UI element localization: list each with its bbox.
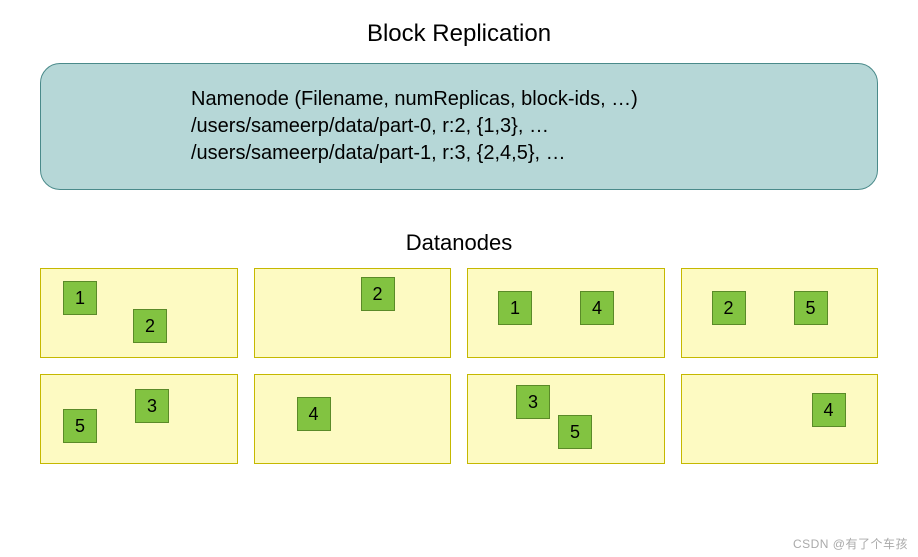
datanode: 25 bbox=[681, 268, 879, 358]
watermark: CSDN @有了个车孩 bbox=[793, 535, 908, 552]
block: 3 bbox=[135, 389, 169, 423]
block: 5 bbox=[63, 409, 97, 443]
datanode: 4 bbox=[681, 374, 879, 464]
diagram-title: Block Replication bbox=[20, 20, 898, 48]
block: 2 bbox=[133, 309, 167, 343]
datanode: 53 bbox=[40, 374, 238, 464]
block: 1 bbox=[63, 281, 97, 315]
block: 4 bbox=[297, 397, 331, 431]
block: 5 bbox=[794, 291, 828, 325]
datanode: 12 bbox=[40, 268, 238, 358]
datanode: 14 bbox=[467, 268, 665, 358]
datanode: 2 bbox=[254, 268, 452, 358]
datanodes-grid: 1221425534354 bbox=[20, 268, 898, 464]
datanodes-title: Datanodes bbox=[20, 230, 898, 256]
block: 5 bbox=[558, 415, 592, 449]
datanode: 4 bbox=[254, 374, 452, 464]
block: 2 bbox=[712, 291, 746, 325]
namenode-file2: /users/sameerp/data/part-1, r:3, {2,4,5}… bbox=[191, 140, 837, 167]
block: 3 bbox=[516, 385, 550, 419]
namenode-box: Namenode (Filename, numReplicas, block-i… bbox=[40, 63, 878, 190]
block: 1 bbox=[498, 291, 532, 325]
block: 2 bbox=[361, 277, 395, 311]
block: 4 bbox=[812, 393, 846, 427]
datanode: 35 bbox=[467, 374, 665, 464]
block: 4 bbox=[580, 291, 614, 325]
namenode-file1: /users/sameerp/data/part-0, r:2, {1,3}, … bbox=[191, 113, 837, 140]
namenode-header: Namenode (Filename, numReplicas, block-i… bbox=[191, 86, 837, 113]
